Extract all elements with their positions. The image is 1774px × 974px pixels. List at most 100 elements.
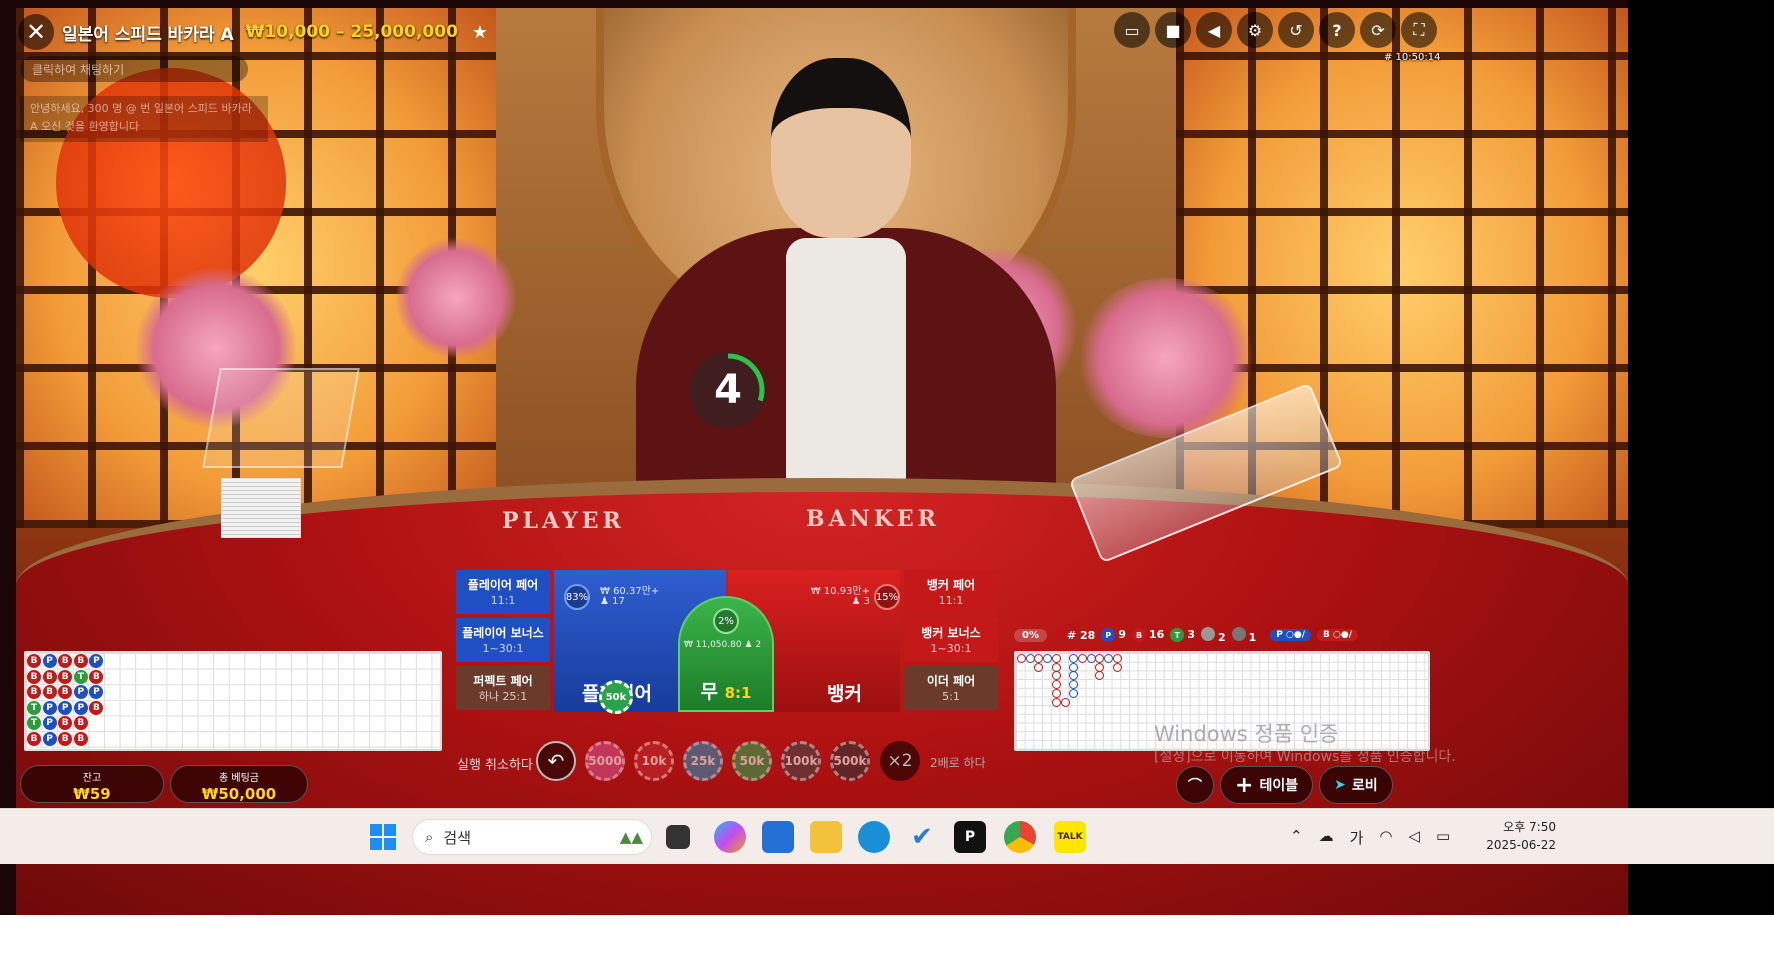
big-road-B [1051,697,1061,707]
game-switch-icon[interactable]: ⟳ [1360,12,1396,48]
kakaotalk-icon[interactable]: TALK [1054,821,1086,853]
discard-cards [221,478,301,538]
table-print-banker: BANKER [806,506,940,532]
bead-P: P [89,654,104,668]
cherry-blossom [396,238,516,358]
chip-50k[interactable]: 50k [732,741,772,781]
chat-message: 안녕하세요, 300 명 @ 번 일본어 스피드 바카라 A 오신 것을 환영합… [20,96,268,142]
big-road-B [1051,671,1061,681]
round-id: # 10:50:14 [1384,52,1441,63]
bead-P: P [89,685,104,700]
chrome-icon[interactable] [1004,821,1036,853]
banker-pair-dot-icon [1231,626,1246,641]
bet-limits[interactable]: ₩10,000 – 25,000,000 [246,22,458,42]
bet-either-pair[interactable]: 이더 페어 5:1 [904,666,998,710]
sound-icon[interactable]: ◀ [1196,12,1232,48]
banker-count: 3 [863,596,870,607]
either-pair-odds: 5:1 [942,690,960,703]
player-bonus-odds: 1~30:1 [482,642,524,655]
volume-icon[interactable]: ◁ [1408,827,1420,848]
predict-banker-button[interactable]: B ○●/ [1317,629,1359,641]
big-road-P [1069,688,1079,698]
battery-icon[interactable]: ▭ [1436,827,1450,848]
perfect-pair-odds: 하나 25:1 [478,690,528,703]
lobby-button[interactable]: ➤ 로비 [1319,766,1393,804]
game-toolbar: ▭ ■ ◀ ⚙ ↺ ? ⟳ ⛶ [1114,12,1437,48]
bead-P: P [58,700,73,715]
bead-B: B [42,669,57,684]
todo-icon[interactable]: ✔ [906,821,938,853]
bead-P: P [42,716,57,731]
bead-B: B [58,654,73,668]
chip-500k[interactable]: 500k [830,741,870,781]
tie-amount-row: ₩ 11,050.80 ♟ 2 [684,640,762,650]
letterbox [1628,0,1774,915]
double-label: 2배로 하다 [930,756,986,770]
double-button[interactable]: ×2 [880,741,920,781]
chip-5000[interactable]: 5000 [585,741,625,781]
plus-icon: + [1235,772,1254,798]
favorite-star-icon[interactable]: ★ [472,22,488,43]
big-road-P [1043,654,1053,663]
bet-tie[interactable]: 2% ₩ 11,050.80 ♟ 2 무 8:1 [678,596,774,712]
lobby-label: 로비 [1351,778,1378,794]
bet-player-bonus[interactable]: 플레이어 보너스 1~30:1 [456,618,550,662]
big-road-B [1095,654,1105,663]
undo-icon[interactable]: ↶ [536,741,576,781]
search-highlight-icon: ▲▲ [619,828,643,846]
edge-icon[interactable] [858,821,890,853]
chevron-up-icon[interactable]: ⌃ [1290,827,1303,848]
view-toggle-icon[interactable]: ⌒ [1176,766,1214,804]
cloud-icon[interactable]: ☁ [1319,827,1334,848]
close-icon[interactable]: ✕ [18,14,54,50]
settings-icon[interactable]: ⚙ [1237,12,1273,48]
stat-banker-pair-group: 1 [1231,626,1257,644]
chat-icon[interactable]: ▭ [1114,12,1150,48]
taskbar-search[interactable]: ⌕ 검색 ▲▲ [412,819,652,855]
chip-10k[interactable]: 10k [634,741,674,781]
wifi-icon[interactable]: ◠ [1379,827,1392,848]
bead-P: P [73,700,88,715]
stat-tie: 3 [1187,627,1195,641]
ime-indicator[interactable]: 가 [1350,827,1364,848]
predict-player-button[interactable]: P ○●/ [1270,629,1312,641]
chip-100k[interactable]: 100k [781,741,821,781]
big-road-P [1069,680,1079,690]
total-bet-label: 총 베팅금 [219,773,259,784]
chip-25k[interactable]: 25k [683,741,723,781]
bead-B: B [73,654,88,668]
video-icon[interactable]: ■ [1155,12,1191,48]
bet-perfect-pair[interactable]: 퍼펙트 페어 하나 25:1 [456,666,550,710]
copilot-icon[interactable] [714,821,746,853]
player-count: 17 [612,596,625,607]
big-road-B [1051,662,1061,672]
bet-player-pair[interactable]: 플레이어 페어 11:1 [456,570,550,614]
system-clock[interactable]: 오후 7:50 2025-06-22 [1484,818,1556,854]
add-table-button[interactable]: + 테이블 [1220,766,1314,804]
player-dot-icon: P [1101,628,1116,643]
bet-banker-pair[interactable]: 뱅커 페어 11:1 [904,570,998,614]
search-label: 검색 [443,828,472,847]
bet-banker-bonus[interactable]: 뱅커 보너스 1~30:1 [904,618,998,662]
store-icon[interactable] [762,821,794,853]
big-road-P [1069,671,1079,681]
stat-player-pair-group: 2 [1200,626,1226,644]
road-stats: 0% # 28 P9 B 16 T3 2 1 P ○●/ B ○●/ [1014,624,1434,646]
chat-input[interactable]: 클릭하여 채팅하기 [20,56,248,82]
file-explorer-icon[interactable] [810,821,842,853]
windows-start-icon[interactable] [370,824,396,850]
add-table-label: 테이블 [1259,778,1299,794]
stat-banker-pair: 1 [1248,630,1257,644]
fullscreen-icon[interactable]: ⛶ [1401,12,1437,48]
bead-road[interactable]: BPBBPBBBTBBBBPPTPPPBTPBBBPBB [24,651,442,751]
history-icon[interactable]: ↺ [1278,12,1314,48]
bead-B: B [73,732,88,746]
table-print-player: PLAYER [502,508,625,534]
help-icon[interactable]: ? [1319,12,1355,48]
bead-P: P [73,685,88,700]
p-app-icon[interactable]: P [954,821,986,853]
task-view-icon[interactable] [666,825,690,849]
big-road-P [1086,654,1096,663]
banker-percent: 15% [874,584,900,610]
countdown-value: 4 [714,367,742,413]
